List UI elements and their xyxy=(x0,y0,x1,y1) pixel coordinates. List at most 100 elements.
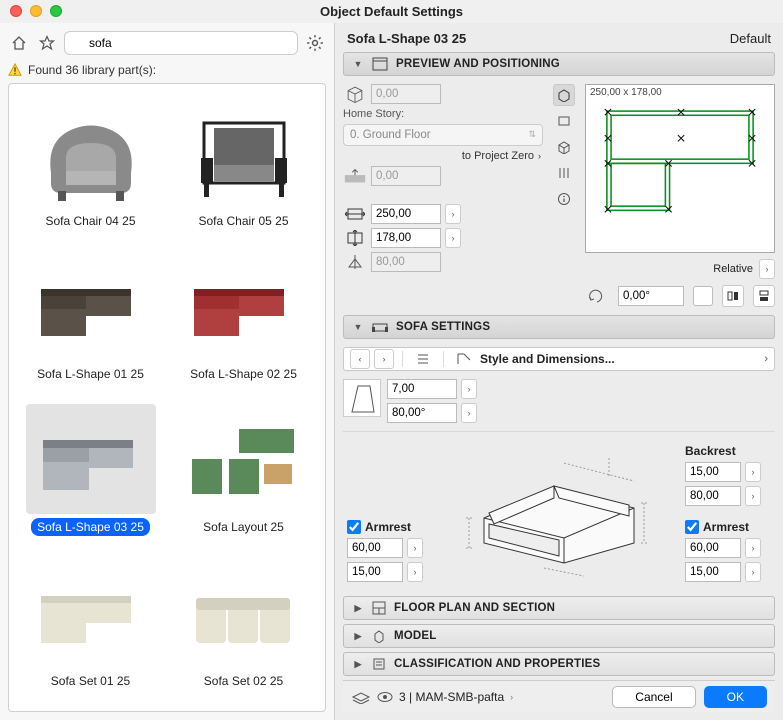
view-info-icon[interactable] xyxy=(553,188,575,210)
chevron-right-icon: ▶ xyxy=(352,630,364,642)
relative-label: Relative xyxy=(585,263,753,275)
item-label: Sofa Set 01 25 xyxy=(45,672,136,690)
stepper-icon[interactable]: › xyxy=(745,486,761,506)
library-item[interactable]: Sofa Set 02 25 xyxy=(172,554,315,701)
section-floor-plan[interactable]: ▶ FLOOR PLAN AND SECTION xyxy=(343,596,775,620)
status-text: Found 36 library part(s): xyxy=(28,63,156,77)
library-item-selected[interactable]: Sofa L-Shape 03 25 xyxy=(19,400,162,547)
item-label: Sofa L-Shape 01 25 xyxy=(31,365,150,383)
elevation-input[interactable] xyxy=(371,84,441,104)
sofa-diagram xyxy=(443,444,675,582)
library-item[interactable]: Sofa Set 01 25 xyxy=(19,554,162,701)
home-story-select[interactable]: 0. Ground Floor ⇅ xyxy=(343,124,543,146)
stepper-icon[interactable]: › xyxy=(745,562,761,582)
view-plan-icon[interactable] xyxy=(553,110,575,132)
stepper-icon[interactable]: › xyxy=(445,204,461,224)
item-label: Sofa L-Shape 02 25 xyxy=(184,365,303,383)
item-label: Sofa L-Shape 03 25 xyxy=(31,518,150,536)
list-icon[interactable] xyxy=(411,349,435,369)
stepper-icon[interactable]: › xyxy=(445,228,461,248)
prev-button[interactable]: ‹ xyxy=(350,349,370,369)
library-item[interactable]: Sofa Chair 05 25 xyxy=(172,94,315,241)
section-model[interactable]: ▶ MODEL xyxy=(343,624,775,648)
chevron-right-icon: ▶ xyxy=(352,602,364,614)
item-label: Sofa Layout 25 xyxy=(197,518,290,536)
backrest-height-input[interactable] xyxy=(685,486,741,506)
eye-icon[interactable] xyxy=(377,690,393,704)
to-project-zero-link[interactable]: to Project Zero › xyxy=(343,150,543,162)
library-item[interactable]: Sofa Chair 04 25 xyxy=(19,94,162,241)
elevation2-input[interactable] xyxy=(371,166,441,186)
next-button[interactable]: › xyxy=(374,349,394,369)
stepper-icon[interactable]: › xyxy=(745,538,761,558)
view-axo-icon[interactable] xyxy=(553,84,575,106)
mirror-checkbox[interactable] xyxy=(693,286,713,306)
width-input[interactable] xyxy=(371,204,441,224)
mirror-x-icon[interactable] xyxy=(722,285,744,307)
classification-icon xyxy=(372,657,386,671)
armrest-right-checkbox[interactable] xyxy=(685,520,699,534)
object-name: Sofa L-Shape 03 25 xyxy=(347,31,466,46)
stepper-icon[interactable]: › xyxy=(745,462,761,482)
home-icon[interactable] xyxy=(8,32,30,54)
chevron-down-icon: ▼ xyxy=(352,321,364,333)
angle-input[interactable] xyxy=(618,286,684,306)
item-thumb xyxy=(179,98,309,208)
height-input[interactable] xyxy=(371,252,441,272)
relative-stepper[interactable]: › xyxy=(759,259,775,279)
stepper-icon[interactable]: › xyxy=(461,403,477,423)
armrest-right-width-input[interactable] xyxy=(685,562,741,582)
library-item[interactable]: Sofa L-Shape 01 25 xyxy=(19,247,162,394)
armrest-left-checkbox[interactable] xyxy=(347,520,361,534)
depth-input[interactable] xyxy=(371,228,441,248)
section-classification[interactable]: ▶ CLASSIFICATION AND PROPERTIES xyxy=(343,652,775,676)
width-icon xyxy=(343,204,367,224)
armrest-left-height-input[interactable] xyxy=(347,538,403,558)
item-thumb xyxy=(26,558,156,668)
ok-button[interactable]: OK xyxy=(704,686,767,708)
item-label: Sofa Chair 04 25 xyxy=(39,212,141,230)
section-sofa-settings[interactable]: ▼ SOFA SETTINGS xyxy=(343,315,775,339)
armrest-left-width-input[interactable] xyxy=(347,562,403,582)
backrest-thickness-input[interactable] xyxy=(685,462,741,482)
elevation-icon xyxy=(343,166,367,186)
param2-input[interactable] xyxy=(387,403,457,423)
library-item[interactable]: Sofa Layout 25 xyxy=(172,400,315,547)
chevron-right-icon: ▶ xyxy=(352,658,364,670)
mirror-y-icon[interactable] xyxy=(753,285,775,307)
armrest-right-height-input[interactable] xyxy=(685,538,741,558)
sofa-toolbar: ‹ › Style and Dimensions... › xyxy=(343,347,775,371)
library-grid: Sofa Chair 04 25 Sofa Cha xyxy=(8,83,326,712)
stepper-icon[interactable]: › xyxy=(407,538,423,558)
floorplan-icon xyxy=(372,601,386,615)
default-label: Default xyxy=(730,31,771,46)
style-dropdown[interactable]: Style and Dimensions... xyxy=(480,352,760,366)
layer-name[interactable]: 3 | MAM-SMB-pafta xyxy=(399,690,504,704)
chevron-right-icon: › xyxy=(764,353,768,365)
item-thumb xyxy=(179,558,309,668)
stepper-icon[interactable]: › xyxy=(407,562,423,582)
section-preview-positioning[interactable]: ▼ PREVIEW AND POSITIONING xyxy=(343,52,775,76)
settings-gear-icon[interactable] xyxy=(304,32,326,54)
library-item[interactable]: Sofa L-Shape 02 25 xyxy=(172,247,315,394)
item-thumb xyxy=(179,251,309,361)
height-icon xyxy=(343,252,367,272)
chevron-right-icon: › xyxy=(510,692,513,702)
item-thumb xyxy=(26,251,156,361)
cancel-button[interactable]: Cancel xyxy=(612,686,695,708)
item-thumb xyxy=(26,404,156,514)
item-thumb xyxy=(26,98,156,208)
view-section-icon[interactable] xyxy=(553,162,575,184)
preview-icon xyxy=(372,57,388,71)
cube-icon xyxy=(343,84,367,104)
view-3d-icon[interactable] xyxy=(553,136,575,158)
favorite-star-icon[interactable] xyxy=(36,32,58,54)
item-thumb xyxy=(179,404,309,514)
param1-input[interactable] xyxy=(387,379,457,399)
perspective-thumb xyxy=(343,379,381,417)
preview-canvas[interactable]: 250,00 x 178,00 xyxy=(585,84,775,253)
window-title: Object Default Settings xyxy=(0,4,783,19)
stepper-icon[interactable]: › xyxy=(461,379,477,399)
search-input[interactable] xyxy=(64,31,298,55)
dimensions-icon xyxy=(452,349,476,369)
